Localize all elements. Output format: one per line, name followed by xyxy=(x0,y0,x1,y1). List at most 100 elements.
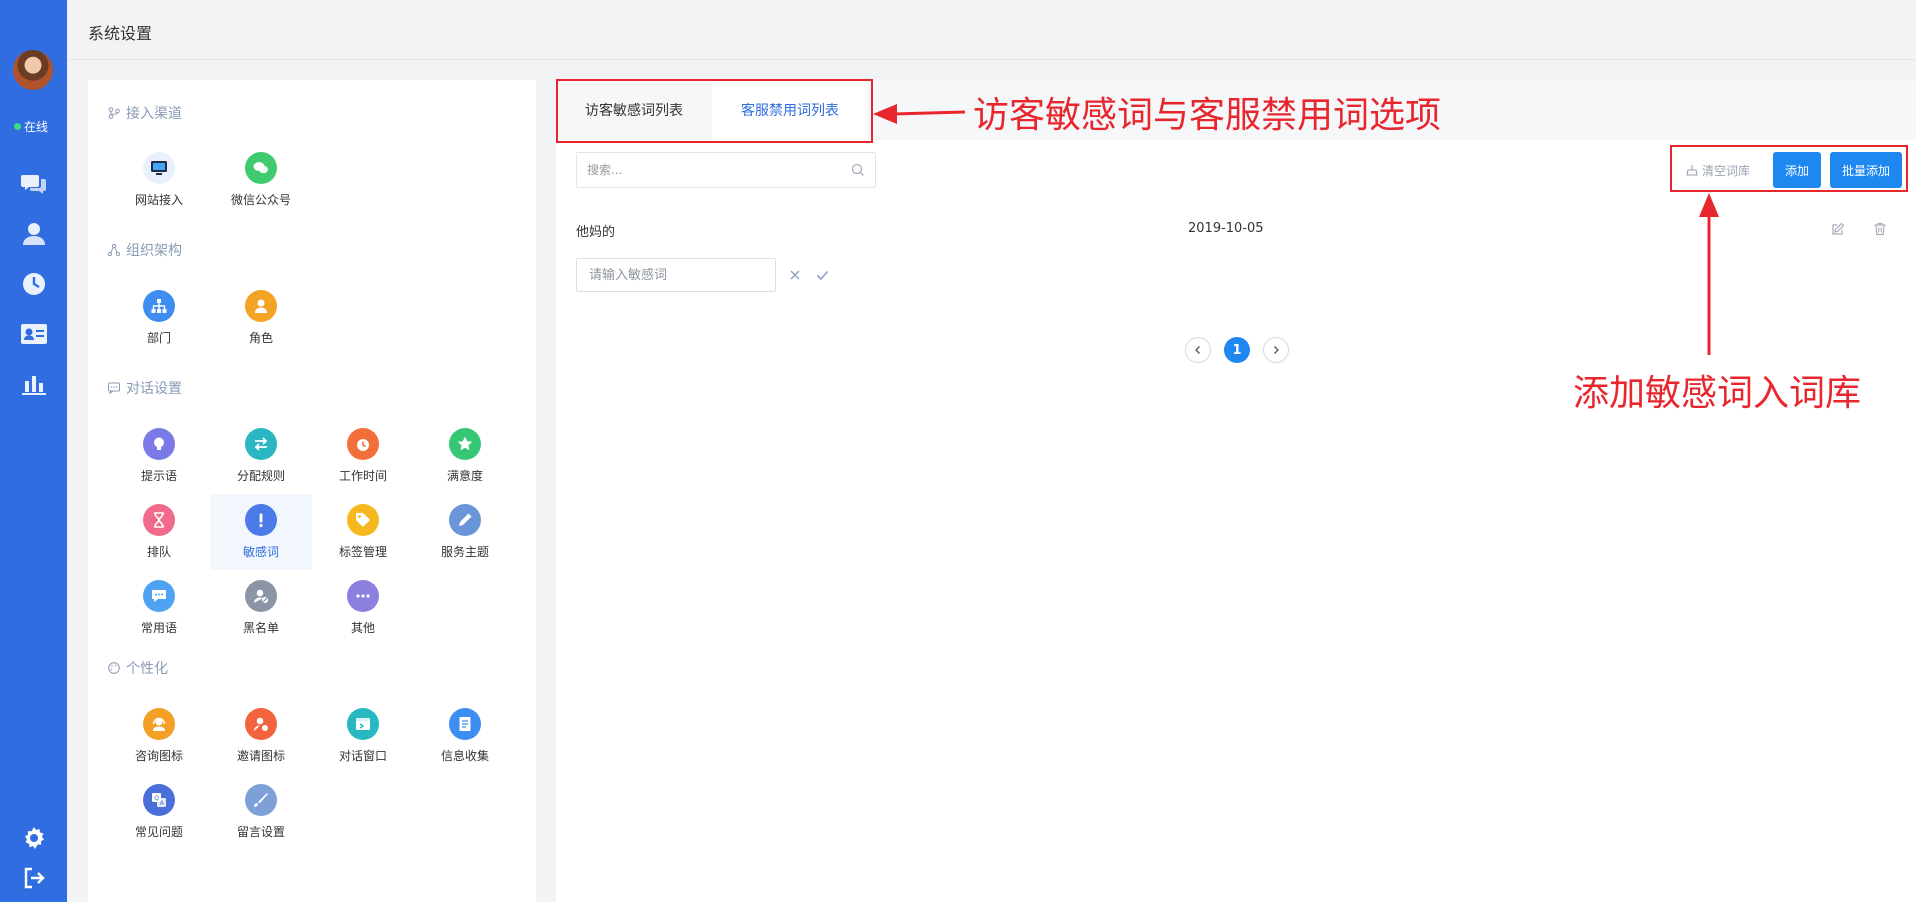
item-label: 工作时间 xyxy=(338,469,387,483)
status-dot-icon xyxy=(14,123,21,130)
item-blacklist[interactable]: 黑名单 xyxy=(210,570,312,646)
new-word-input[interactable] xyxy=(576,258,776,292)
section-dialog: 对话设置 xyxy=(108,378,182,398)
item-assign-rules[interactable]: 分配规则 xyxy=(210,418,312,494)
item-label: 角色 xyxy=(248,331,273,345)
bar-chart-icon[interactable] xyxy=(20,370,47,397)
hourglass-icon xyxy=(143,504,175,536)
item-sensitive-words[interactable]: 敏感词 xyxy=(210,494,312,570)
section-organization: 组织架构 xyxy=(108,240,182,260)
item-role[interactable]: 角色 xyxy=(210,280,312,356)
headset-icon xyxy=(143,708,175,740)
brush-icon xyxy=(245,784,277,816)
message-icon xyxy=(143,580,175,612)
item-info-collect[interactable]: 信息收集 xyxy=(414,698,516,774)
prev-page-button[interactable] xyxy=(1185,337,1211,363)
item-label: 提示语 xyxy=(140,469,177,483)
left-rail: 在线 xyxy=(0,0,67,902)
settings-panel: 接入渠道 网站接入 微信公众号 组织架构 部门 角色 对话设置 提示语 分配规则… xyxy=(88,80,536,902)
item-prompt[interactable]: 提示语 xyxy=(108,418,210,494)
item-label: 对话窗口 xyxy=(338,749,387,763)
date-cell: 2019-10-05 xyxy=(1188,221,1264,236)
edit-icon[interactable] xyxy=(1828,219,1848,239)
item-chat-window[interactable]: 对话窗口 xyxy=(312,698,414,774)
blocked-user-icon xyxy=(245,580,277,612)
wechat-icon xyxy=(245,152,277,184)
tabs-highlight-box xyxy=(556,79,873,143)
item-website-access[interactable]: 网站接入 xyxy=(108,142,210,218)
more-icon xyxy=(347,580,379,612)
item-label: 微信公众号 xyxy=(230,193,291,207)
clock-icon[interactable] xyxy=(20,270,47,297)
page-title: 系统设置 xyxy=(88,24,153,43)
gear-icon[interactable] xyxy=(20,824,47,851)
search-input[interactable] xyxy=(587,163,851,177)
item-label: 常用语 xyxy=(140,621,177,635)
page-header: 系统设置 xyxy=(67,0,1916,60)
word-cell: 他妈的 xyxy=(576,225,616,240)
section-title-label: 对话设置 xyxy=(126,381,182,397)
item-label: 排队 xyxy=(146,545,171,559)
user-icon[interactable] xyxy=(20,220,47,247)
item-service-topic[interactable]: 服务主题 xyxy=(414,494,516,570)
item-wechat[interactable]: 微信公众号 xyxy=(210,142,312,218)
buttons-annotation-text: 添加敏感词入词库 xyxy=(1573,373,1862,414)
chevron-right-icon xyxy=(1274,346,1279,354)
item-label: 留言设置 xyxy=(236,825,285,839)
trash-icon[interactable] xyxy=(1870,219,1890,239)
exclamation-icon xyxy=(245,504,277,536)
item-label: 网站接入 xyxy=(134,193,183,207)
page-number-button[interactable]: 1 xyxy=(1224,337,1250,363)
item-label: 信息收集 xyxy=(440,749,489,763)
item-label: 其他 xyxy=(350,621,375,635)
section-channels: 接入渠道 xyxy=(108,103,182,123)
next-page-button[interactable] xyxy=(1263,337,1289,363)
online-status[interactable]: 在线 xyxy=(14,118,48,135)
item-faq[interactable]: QA 常见问题 xyxy=(108,774,210,850)
section-personalization: 个性化 xyxy=(108,658,168,678)
avatar[interactable] xyxy=(13,50,53,90)
cancel-icon[interactable] xyxy=(785,265,805,285)
star-icon xyxy=(449,428,481,460)
item-label: 服务主题 xyxy=(440,545,489,559)
item-invite-icon[interactable]: 邀请图标 xyxy=(210,698,312,774)
item-label: 分配规则 xyxy=(236,469,285,483)
item-tag-management[interactable]: 标签管理 xyxy=(312,494,414,570)
monitor-icon xyxy=(143,152,175,184)
logout-icon[interactable] xyxy=(20,864,47,891)
status-label: 在线 xyxy=(24,120,49,134)
dialog-icon xyxy=(108,382,120,394)
item-department[interactable]: 部门 xyxy=(108,280,210,356)
item-consult-icon[interactable]: 咨询图标 xyxy=(108,698,210,774)
item-leave-message[interactable]: 留言设置 xyxy=(210,774,312,850)
item-other[interactable]: 其他 xyxy=(312,570,414,646)
section-title-label: 组织架构 xyxy=(126,243,182,259)
tag-icon xyxy=(347,504,379,536)
chevron-left-icon xyxy=(1195,346,1200,354)
search-box xyxy=(576,152,876,188)
item-label: 满意度 xyxy=(446,469,483,483)
invite-user-icon xyxy=(245,708,277,740)
item-label: 咨询图标 xyxy=(134,749,183,763)
item-satisfaction[interactable]: 满意度 xyxy=(414,418,516,494)
chat-icon[interactable] xyxy=(20,170,47,197)
confirm-icon[interactable] xyxy=(812,265,832,285)
pencil-icon xyxy=(449,504,481,536)
item-common-phrases[interactable]: 常用语 xyxy=(108,570,210,646)
palette-icon xyxy=(108,662,120,674)
item-label: 邀请图标 xyxy=(236,749,285,763)
item-work-time[interactable]: 工作时间 xyxy=(312,418,414,494)
item-label: 黑名单 xyxy=(242,621,279,635)
section-title-label: 个性化 xyxy=(126,661,168,677)
org-icon xyxy=(108,244,120,256)
buttons-highlight-box xyxy=(1670,145,1908,192)
document-icon xyxy=(449,708,481,740)
role-icon xyxy=(245,290,277,322)
department-icon xyxy=(143,290,175,322)
item-queue[interactable]: 排队 xyxy=(108,494,210,570)
alarm-clock-icon xyxy=(347,428,379,460)
search-icon[interactable] xyxy=(851,163,865,177)
branch-icon xyxy=(108,107,120,119)
id-card-icon[interactable] xyxy=(20,320,47,347)
section-title-label: 接入渠道 xyxy=(126,106,182,122)
